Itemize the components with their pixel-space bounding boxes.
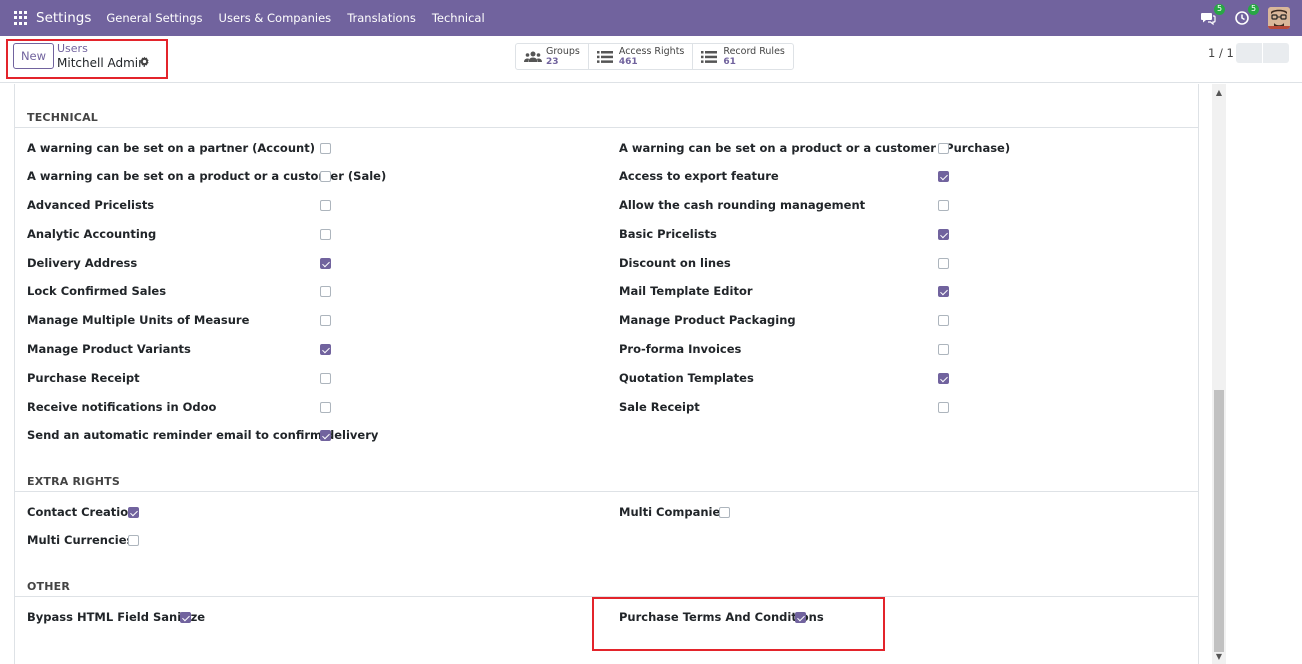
new-button[interactable]: New <box>13 43 54 69</box>
field-label: Delivery Address <box>27 256 138 270</box>
field-label: Analytic Accounting <box>27 227 157 241</box>
gear-icon[interactable] <box>139 56 150 70</box>
field-label: Mail Template Editor <box>619 284 753 298</box>
app-title[interactable]: Settings <box>36 10 91 26</box>
multi-companies-checkbox[interactable] <box>719 507 730 518</box>
field-label: Contact Creation <box>27 505 137 519</box>
section-title-technical: TECHNICAL <box>27 111 98 124</box>
pro-forma-invoices-checkbox[interactable] <box>938 344 949 355</box>
menu-general-settings[interactable]: General Settings <box>106 11 202 25</box>
access-rights-count: 461 <box>618 56 638 67</box>
messages-badge: 5 <box>1214 4 1225 15</box>
field-label: Multi Companies <box>619 505 728 519</box>
breadcrumb-users-link[interactable]: Users <box>57 42 88 55</box>
scroll-down-arrow-icon[interactable]: ▼ <box>1212 652 1226 662</box>
export-feature-checkbox[interactable] <box>938 171 949 182</box>
top-navbar: Settings General Settings Users & Compan… <box>0 0 1302 36</box>
messages-icon[interactable]: 5 <box>1200 4 1225 26</box>
field-label: Discount on lines <box>619 256 731 270</box>
field-label: Pro-forma Invoices <box>619 342 742 356</box>
section-title-other: OTHER <box>27 580 71 593</box>
menu-translations[interactable]: Translations <box>347 11 416 25</box>
list-icon <box>701 50 718 63</box>
access-rights-label: Access Rights <box>618 45 685 57</box>
section-divider <box>14 491 1199 492</box>
field-label: Manage Multiple Units of Measure <box>27 313 250 327</box>
scrollbar-thumb[interactable] <box>1214 390 1224 652</box>
apps-menu-icon[interactable] <box>14 11 28 25</box>
field-label: A warning can be set on a product or a c… <box>619 141 1011 155</box>
basic-pricelists-checkbox[interactable] <box>938 229 949 240</box>
menu-technical[interactable]: Technical <box>432 11 485 25</box>
contact-creation-checkbox[interactable] <box>128 507 139 518</box>
users-icon <box>524 51 542 63</box>
field-label: Multi Currencies <box>27 533 134 547</box>
sale-receipt-checkbox[interactable] <box>938 402 949 413</box>
reminder-email-delivery-checkbox[interactable] <box>320 430 331 441</box>
menu-users-companies[interactable]: Users & Companies <box>219 11 332 25</box>
activities-clock-icon[interactable]: 5 <box>1234 4 1259 26</box>
scroll-up-arrow-icon[interactable]: ▲ <box>1212 88 1226 98</box>
field-label: Manage Product Packaging <box>619 313 796 327</box>
field-label: Access to export feature <box>619 169 779 183</box>
control-panel: New Users Mitchell Admin Groups 23 Acces… <box>0 36 1302 83</box>
smart-buttons: Groups 23 Access Rights 461 Record Rules… <box>515 43 794 70</box>
groups-smart-button[interactable]: Groups 23 <box>516 44 589 69</box>
warning-partner-account-checkbox[interactable] <box>320 143 331 154</box>
mail-template-editor-checkbox[interactable] <box>938 286 949 297</box>
field-label: Sale Receipt <box>619 400 700 414</box>
analytic-accounting-checkbox[interactable] <box>320 229 331 240</box>
section-title-extra-rights: EXTRA RIGHTS <box>27 475 120 488</box>
highlight-annotation-box <box>592 597 885 651</box>
field-label: Receive notifications in Odoo <box>27 400 217 414</box>
cash-rounding-checkbox[interactable] <box>938 200 949 211</box>
field-label: Manage Product Variants <box>27 342 191 356</box>
field-label: A warning can be set on a product or a c… <box>27 169 387 183</box>
receive-notifications-odoo-checkbox[interactable] <box>320 402 331 413</box>
record-rules-label: Record Rules <box>723 45 785 57</box>
pager-next-button[interactable] <box>1263 43 1289 63</box>
delivery-address-checkbox[interactable] <box>320 258 331 269</box>
access-rights-smart-button[interactable]: Access Rights 461 <box>589 44 694 69</box>
field-label: Purchase Receipt <box>27 371 140 385</box>
user-avatar[interactable] <box>1268 7 1290 29</box>
pager-previous-button[interactable] <box>1236 43 1262 63</box>
product-variants-checkbox[interactable] <box>320 344 331 355</box>
advanced-pricelists-checkbox[interactable] <box>320 200 331 211</box>
field-label: Basic Pricelists <box>619 227 717 241</box>
breadcrumb-current-record: Mitchell Admin <box>57 56 146 70</box>
activities-badge: 5 <box>1248 4 1259 15</box>
vertical-scrollbar[interactable]: ▲ ▼ <box>1212 84 1226 664</box>
product-packaging-checkbox[interactable] <box>938 315 949 326</box>
warning-product-purchase-checkbox[interactable] <box>938 143 949 154</box>
pager-value[interactable]: 1 / 1 <box>1208 46 1234 60</box>
multi-currencies-checkbox[interactable] <box>128 535 139 546</box>
field-label: Advanced Pricelists <box>27 198 155 212</box>
field-label: Quotation Templates <box>619 371 754 385</box>
warning-product-sale-checkbox[interactable] <box>320 171 331 182</box>
field-label: Allow the cash rounding management <box>619 198 866 212</box>
quotation-templates-checkbox[interactable] <box>938 373 949 384</box>
field-label: Lock Confirmed Sales <box>27 284 167 298</box>
purchase-terms-conditions-checkbox[interactable] <box>795 612 806 623</box>
record-rules-count: 61 <box>723 56 736 67</box>
purchase-receipt-checkbox[interactable] <box>320 373 331 384</box>
section-divider <box>14 127 1199 128</box>
record-rules-smart-button[interactable]: Record Rules 61 <box>693 44 792 69</box>
multiple-uom-checkbox[interactable] <box>320 315 331 326</box>
discount-on-lines-checkbox[interactable] <box>938 258 949 269</box>
field-label: Purchase Terms And Conditions <box>619 610 824 624</box>
groups-label: Groups <box>546 45 580 57</box>
lock-confirmed-sales-checkbox[interactable] <box>320 286 331 297</box>
list-icon <box>596 50 613 63</box>
bypass-html-sanitize-checkbox[interactable] <box>180 612 191 623</box>
field-label: Bypass HTML Field Sanitize <box>27 610 206 624</box>
groups-count: 23 <box>546 56 559 67</box>
field-label: A warning can be set on a partner (Accou… <box>27 141 315 155</box>
